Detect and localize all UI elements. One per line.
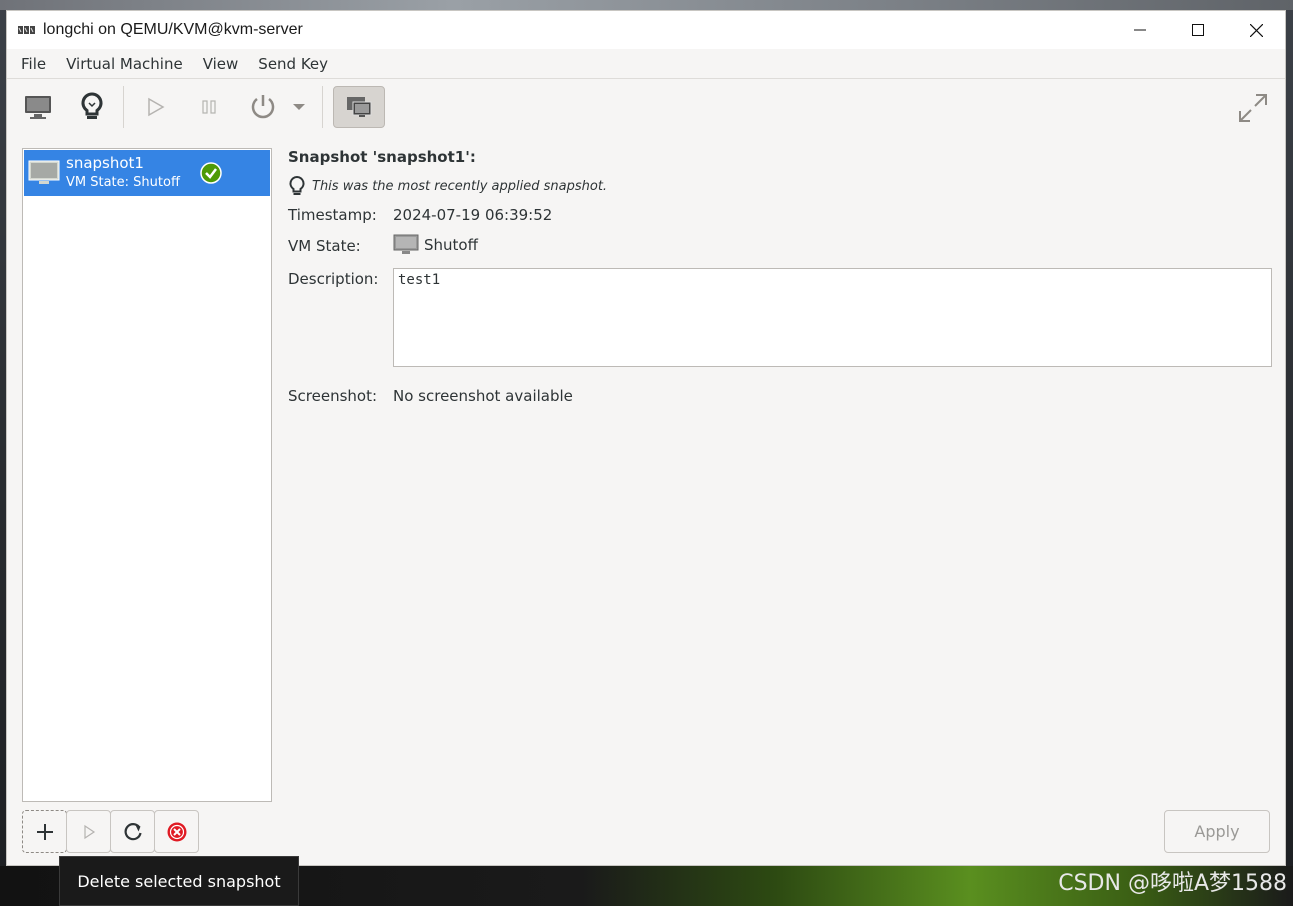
vm-state-text: Shutoff xyxy=(424,236,478,254)
delete-tooltip: Delete selected snapshot xyxy=(59,856,299,906)
minimize-icon xyxy=(1134,29,1146,31)
run-icon xyxy=(83,824,95,839)
snapshots-icon xyxy=(347,97,372,117)
description-label: Description: xyxy=(288,270,379,288)
apply-button[interactable]: Apply xyxy=(1164,810,1270,853)
pause-button[interactable] xyxy=(188,86,230,128)
power-button[interactable] xyxy=(242,86,284,128)
snapshot-name: snapshot1 xyxy=(66,154,144,172)
menu-send-key[interactable]: Send Key xyxy=(248,49,338,79)
add-snapshot-button[interactable] xyxy=(22,810,67,853)
power-icon xyxy=(251,95,275,119)
window-title: longchi on QEMU/KVM@kvm-server xyxy=(43,21,303,38)
run-icon xyxy=(148,97,165,117)
delete-icon xyxy=(167,822,186,841)
toolbar-separator xyxy=(123,86,124,128)
desktop-background-top xyxy=(0,0,1293,10)
current-snapshot-check-icon xyxy=(200,162,222,184)
timestamp-label: Timestamp: xyxy=(288,206,377,224)
delete-snapshot-button[interactable] xyxy=(154,810,199,853)
timestamp-value: 2024-07-19 06:39:52 xyxy=(393,206,553,224)
plus-icon xyxy=(36,823,53,840)
close-icon xyxy=(1249,23,1263,37)
vm-monitor-icon xyxy=(28,160,60,184)
snapshot-window: longchi on QEMU/KVM@kvm-server File Virt… xyxy=(6,10,1286,866)
vm-state-value: Shutoff xyxy=(393,234,478,256)
snapshot-heading: Snapshot 'snapshot1': xyxy=(288,148,476,166)
virt-manager-app-icon xyxy=(18,26,35,34)
vm-state-label: VM State: xyxy=(288,237,361,255)
fullscreen-button[interactable] xyxy=(1233,88,1273,128)
menu-bar: File Virtual Machine View Send Key xyxy=(7,49,1285,79)
bulb-icon xyxy=(289,175,305,195)
power-menu-button[interactable] xyxy=(286,86,312,128)
menu-view[interactable]: View xyxy=(193,49,249,79)
description-textarea[interactable]: test1 xyxy=(393,268,1272,367)
watermark: CSDN @哆啦A梦1588 xyxy=(1058,871,1287,896)
toolbar xyxy=(7,80,1285,134)
maximize-icon xyxy=(1192,24,1204,36)
snapshot-state: VM State: Shutoff xyxy=(66,175,180,190)
snapshot-list[interactable]: snapshot1 VM State: Shutoff xyxy=(22,148,272,802)
vm-monitor-icon xyxy=(393,234,419,254)
snapshot-actions xyxy=(22,810,199,853)
menu-virtual-machine[interactable]: Virtual Machine xyxy=(56,49,193,79)
screenshot-value: No screenshot available xyxy=(393,387,573,405)
toolbar-separator-2 xyxy=(322,86,323,128)
dropdown-arrow-icon xyxy=(293,104,305,110)
fullscreen-icon xyxy=(1239,94,1267,122)
pause-icon xyxy=(202,100,216,114)
menu-file[interactable]: File xyxy=(11,49,56,79)
minimize-button[interactable] xyxy=(1111,11,1169,49)
console-button[interactable] xyxy=(17,86,59,128)
close-button[interactable] xyxy=(1227,11,1285,49)
title-bar: longchi on QEMU/KVM@kvm-server xyxy=(7,11,1285,49)
run-button[interactable] xyxy=(134,86,176,128)
console-icon xyxy=(25,96,51,119)
refresh-snapshots-button[interactable] xyxy=(110,810,155,853)
recent-note-text: This was the most recently applied snaps… xyxy=(312,178,608,194)
maximize-button[interactable] xyxy=(1169,11,1227,49)
details-button[interactable] xyxy=(71,86,113,128)
screenshot-label: Screenshot: xyxy=(288,387,378,405)
bulb-icon xyxy=(81,92,103,119)
snapshots-button[interactable] xyxy=(333,86,385,128)
run-snapshot-button[interactable] xyxy=(66,810,111,853)
recent-snapshot-note: This was the most recently applied snaps… xyxy=(288,175,607,197)
snapshot-list-item[interactable]: snapshot1 VM State: Shutoff xyxy=(24,150,270,196)
refresh-icon xyxy=(124,822,142,840)
window-controls xyxy=(1111,11,1285,49)
